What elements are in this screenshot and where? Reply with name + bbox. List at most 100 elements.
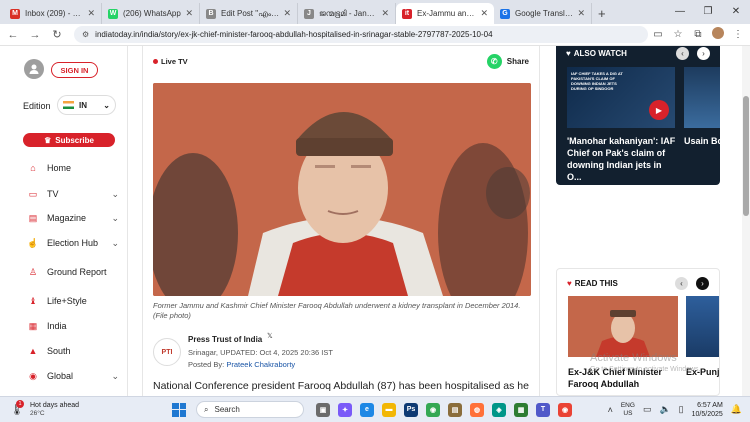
activate-windows-watermark: Activate Windows	[590, 352, 677, 364]
close-tab-icon[interactable]: ✕	[87, 8, 95, 19]
chrome-icon[interactable]: ◉	[426, 402, 440, 417]
browser-tab[interactable]: M Inbox (209) - kavalam✕	[4, 3, 102, 24]
chevron-down-icon[interactable]: ⌄	[111, 189, 119, 200]
posted-by-link[interactable]: Prateek Chakraborty	[226, 360, 295, 369]
copilot-icon[interactable]: ✦	[338, 402, 352, 417]
sign-in-button[interactable]: SIGN IN	[51, 62, 98, 78]
home-icon: ⌂	[30, 163, 36, 173]
sidebar-item-india[interactable]: ▦ India	[27, 320, 119, 332]
install-app-icon[interactable]: ▭	[648, 29, 668, 40]
photoshop-icon[interactable]: Ps	[404, 402, 418, 417]
sidebar-item-home[interactable]: ⌂ Home	[27, 162, 119, 174]
language-indicator[interactable]: ENG US	[621, 402, 635, 418]
network-icon[interactable]: ▭	[643, 404, 652, 415]
app-icon[interactable]: ▤	[448, 402, 462, 417]
read-this-box: ♥ READ THIS ‹ › Ex-J&K Chief Minister Fa…	[556, 268, 720, 396]
dateline: Srinagar, UPDATED: Oct 4, 2025 20:36 IST	[188, 348, 333, 357]
app2-icon[interactable]: ◈	[492, 402, 506, 417]
site-info-icon[interactable]: ⚙	[82, 30, 89, 39]
heart-icon: ♥	[566, 49, 571, 58]
subscribe-button[interactable]: ♛ Subscribe	[23, 133, 115, 147]
close-tab-icon[interactable]: ✕	[480, 8, 488, 19]
chevron-down-icon[interactable]: ⌄	[111, 238, 119, 249]
chevron-up-icon[interactable]: ˄	[608, 405, 613, 415]
page-scrollbar[interactable]	[742, 46, 750, 396]
chevron-down-icon[interactable]: ⌄	[111, 213, 119, 224]
volume-icon[interactable]: 🔈	[659, 404, 670, 415]
read-this-thumbnail[interactable]	[568, 296, 678, 357]
chevron-down-icon[interactable]: ⌄	[111, 371, 119, 382]
sidebar-item-global[interactable]: ◉ Global ⌄	[27, 370, 119, 382]
play-icon[interactable]: ▶	[649, 100, 669, 120]
author-name[interactable]: Press Trust of India	[188, 335, 262, 344]
chrome-2-icon[interactable]: ◉	[558, 402, 572, 417]
firefox-icon[interactable]: ◍	[470, 402, 484, 417]
close-tab-icon[interactable]: ✕	[577, 8, 585, 19]
browser-tab[interactable]: W (206) WhatsApp ✕	[102, 3, 200, 24]
notification-icon[interactable]: 🔔	[731, 404, 742, 415]
weather-widget[interactable]: 🌡 1 Hot days ahead 26°C	[10, 399, 150, 418]
sidebar-item-label: Global	[47, 371, 74, 381]
close-window-icon[interactable]: ✕	[722, 6, 750, 17]
menu-icon[interactable]: ⋮	[728, 29, 748, 40]
taskbar-search[interactable]: ⌕ Search	[196, 401, 304, 418]
also-watch-thumbnail[interactable]: IAF CHIEF TAKES A DIG AT PAKISTAN'S CLAI…	[567, 67, 675, 128]
edition-select[interactable]: IN ⌄	[58, 96, 115, 114]
browser-tab[interactable]: G Google Translate ✕	[494, 3, 592, 24]
sidebar-item-tv[interactable]: ▭ TV ⌄	[27, 188, 119, 200]
restore-icon[interactable]: ❐	[694, 6, 722, 17]
back-icon[interactable]: ←	[4, 29, 22, 41]
scrollbar-thumb[interactable]	[743, 96, 749, 216]
read-this-thumbnail-2[interactable]	[686, 296, 719, 357]
tab-title: Ex-Jammu and Kashm	[417, 9, 477, 18]
file-explorer-icon[interactable]: ▬	[382, 402, 396, 417]
also-watch-title-1[interactable]: 'Manohar kahaniyan': IAF Chief on Pak's …	[567, 135, 677, 183]
reload-icon[interactable]: ↻	[48, 28, 66, 41]
extensions-icon[interactable]: ⧉	[688, 29, 708, 40]
bookmark-star-icon[interactable]: ☆	[668, 29, 688, 40]
forward-icon[interactable]: →	[26, 29, 44, 41]
tab-title: Edit Post "എം.കെ 63...	[221, 8, 280, 18]
windows-start-icon[interactable]	[172, 402, 186, 417]
india-icon: ▦	[28, 320, 38, 331]
sidebar-item-label: Ground Report	[47, 267, 107, 277]
also-watch-thumbnail-2[interactable]	[684, 67, 720, 128]
hero-image	[153, 83, 531, 296]
share-button[interactable]: ✆ Share	[486, 54, 529, 69]
live-tv-link[interactable]: Live TV	[153, 57, 188, 66]
x-social-icon[interactable]: 𝕏	[267, 332, 273, 340]
battery-icon[interactable]: ▯	[679, 404, 684, 415]
teams-icon[interactable]: T	[536, 402, 550, 417]
browser-tab[interactable]: J ജന്മഭൂമി - Janmabh...✕	[298, 3, 396, 24]
left-sidebar: SIGN IN Edition IN ⌄ ♛ Subscribe ⌂ Home ▭ T…	[0, 46, 128, 396]
clock[interactable]: 6:57 AM 10/5/2025	[692, 401, 723, 419]
sidebar-item-magazine[interactable]: ▤ Magazine ⌄	[27, 212, 119, 224]
next-arrow-icon[interactable]: ›	[697, 47, 710, 60]
close-tab-icon[interactable]: ✕	[381, 8, 389, 19]
user-icon[interactable]	[24, 59, 44, 79]
share-label: Share	[506, 57, 529, 66]
prev-arrow-icon[interactable]: ‹	[676, 47, 689, 60]
tv-icon: ▭	[28, 188, 38, 199]
browser-tab[interactable]: it Ex-Jammu and Kashm✕	[396, 3, 494, 24]
live-tv-label: Live TV	[161, 57, 188, 66]
new-tab-button[interactable]: +	[598, 6, 606, 21]
prev-arrow-icon[interactable]: ‹	[675, 277, 688, 290]
profile-avatar[interactable]	[708, 27, 728, 42]
read-this-heading: ♥ READ THIS	[567, 279, 618, 288]
next-arrow-icon[interactable]: ›	[696, 277, 709, 290]
browser-tab[interactable]: B Edit Post "എം.കെ 63...✕	[200, 3, 298, 24]
also-watch-title-2[interactable]: Usain Bo connect been a c	[684, 135, 720, 147]
address-bar[interactable]: ⚙ indiatoday.in/india/story/ex-jk-chief-…	[74, 26, 648, 43]
app3-icon[interactable]: ▦	[514, 402, 528, 417]
task-view-icon[interactable]: ▣	[316, 402, 330, 417]
close-tab-icon[interactable]: ✕	[283, 8, 291, 19]
sidebar-item-south[interactable]: ▲ South	[27, 345, 119, 357]
sidebar-item-ground-report[interactable]: ♙ Ground Report	[27, 266, 119, 278]
clock-date: 10/5/2025	[691, 410, 723, 418]
sidebar-item-election-hub[interactable]: ☝ Election Hub ⌄	[27, 237, 119, 249]
close-tab-icon[interactable]: ✕	[185, 8, 193, 19]
minimize-icon[interactable]: —	[666, 6, 694, 17]
edge-icon[interactable]: e	[360, 402, 374, 417]
sidebar-item-life-style[interactable]: ♝ Life+Style	[27, 295, 119, 307]
